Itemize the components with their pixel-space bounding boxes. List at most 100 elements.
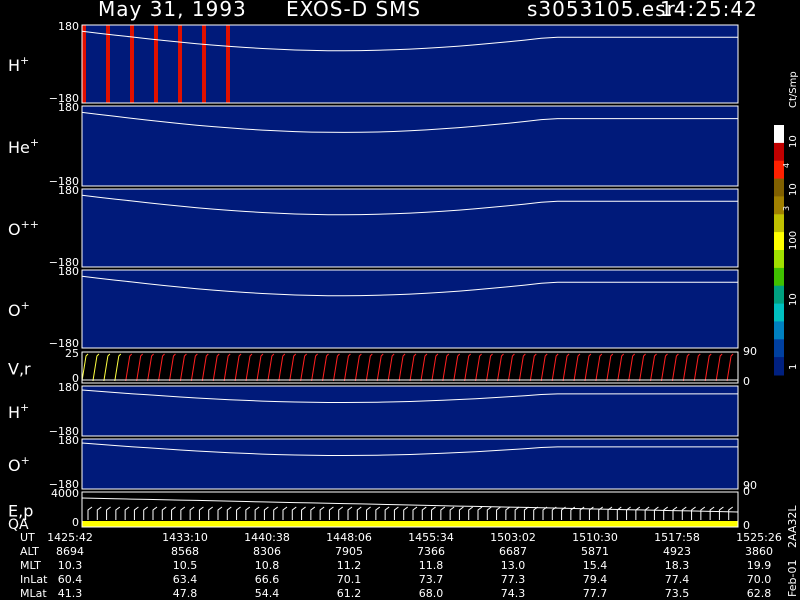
panel-label-he-plus: He+ xyxy=(8,136,39,157)
panel-vr xyxy=(81,351,739,384)
table-cell: 47.8 xyxy=(173,587,198,600)
table-cell: 54.4 xyxy=(255,587,280,600)
colorbar-tick: 10 xyxy=(788,135,799,148)
table-cell: 70.1 xyxy=(337,573,362,586)
panel-label-o-plus: O+ xyxy=(8,299,30,320)
panel-o-plus xyxy=(81,269,739,349)
table-row-label: ALT xyxy=(20,545,39,558)
table-cell: 13.0 xyxy=(501,559,526,572)
colorbar-swatch xyxy=(774,196,784,215)
side-date-label: Feb-01 xyxy=(786,560,799,597)
table-cell: 1440:38 xyxy=(244,531,290,544)
table-cell: 74.3 xyxy=(501,587,526,600)
table-cell: 8568 xyxy=(171,545,199,558)
panel-label-o-plus-2: O+ xyxy=(8,454,30,475)
table-row-label: MLT xyxy=(20,559,41,572)
panel-o-plus-2 xyxy=(81,438,739,490)
table-cell: 61.2 xyxy=(337,587,362,600)
panel-ep-qa xyxy=(81,491,739,528)
table-cell: 11.8 xyxy=(419,559,444,572)
panel-label-h-plus: H+ xyxy=(8,54,29,75)
colorbar-tick: 10 xyxy=(788,183,799,196)
table-cell: 3860 xyxy=(745,545,773,558)
panel-he-plus xyxy=(81,105,739,187)
table-cell: 1425:42 xyxy=(47,531,93,544)
colorbar-tick: 10 xyxy=(788,293,799,306)
table-cell: 1455:34 xyxy=(408,531,454,544)
table-cell: 70.0 xyxy=(747,573,772,586)
table-cell: 8306 xyxy=(253,545,281,558)
tick-top-h-plus-2: 180 xyxy=(58,381,79,394)
colorbar-swatch xyxy=(774,321,784,340)
colorbar-tick: 3 xyxy=(782,206,791,211)
table-cell: 68.0 xyxy=(419,587,444,600)
panel-label-vr: V,r xyxy=(8,360,31,379)
colorbar-swatch xyxy=(774,285,784,305)
panel-label-h-plus-2: H+ xyxy=(8,401,29,422)
colorbar-swatch xyxy=(774,357,784,376)
table-cell: 1503:02 xyxy=(490,531,536,544)
table-cell: 1433:10 xyxy=(162,531,208,544)
table-cell: 77.3 xyxy=(501,573,526,586)
table-cell: 8694 xyxy=(56,545,84,558)
table-cell: 15.4 xyxy=(583,559,608,572)
colorbar-swatch xyxy=(774,250,784,269)
tick-top-vr: 25 xyxy=(65,347,79,360)
table-cell: 63.4 xyxy=(173,573,198,586)
side-code-label: 2AA32L xyxy=(786,505,799,548)
colorbar-tick: 1 xyxy=(788,364,799,370)
tick-right-top-vr: 90 xyxy=(743,345,757,358)
table-cell: 62.8 xyxy=(747,587,772,600)
colorbar-swatch xyxy=(774,142,784,162)
table-cell: 19.9 xyxy=(747,559,772,572)
table-cell: 41.3 xyxy=(58,587,83,600)
colorbar-swatch xyxy=(774,178,784,197)
table-cell: 1510:30 xyxy=(572,531,618,544)
sms-plot: H+180−180He+180−180O++180−180O+180−180V,… xyxy=(8,20,799,600)
table-cell: 7905 xyxy=(335,545,363,558)
table-cell: 4923 xyxy=(663,545,691,558)
table-cell: 77.7 xyxy=(583,587,608,600)
table-cell: 73.7 xyxy=(419,573,444,586)
tick-right-bottom-vr: 0 xyxy=(743,375,750,388)
colorbar-tick: 100 xyxy=(788,231,799,250)
table-row-label: UT xyxy=(20,531,35,544)
table-row-label: MLat xyxy=(20,587,47,600)
table-cell: 1525:26 xyxy=(736,531,782,544)
orbit-table: UTALTMLTInLatMLat 1425:42869410.360.441.3… xyxy=(20,531,782,600)
tick-bottom-ep-qa: 0 xyxy=(72,516,79,529)
colorbar-swatch xyxy=(774,232,784,251)
tick-top-o-plus: 180 xyxy=(58,265,79,278)
colorbar-swatch xyxy=(774,303,784,322)
tick-top-o-plus-2: 180 xyxy=(58,434,79,447)
table-cell: 10.5 xyxy=(173,559,198,572)
table-cell: 1517:58 xyxy=(654,531,700,544)
table-cell: 18.3 xyxy=(665,559,690,572)
panel-label-o-plus-plus: O++ xyxy=(8,218,39,239)
colorbar-swatch xyxy=(774,125,784,144)
table-cell: 66.6 xyxy=(255,573,280,586)
table-cell: 60.4 xyxy=(58,573,83,586)
tick-top-he-plus: 180 xyxy=(58,101,79,114)
tick-top-h-plus: 180 xyxy=(58,20,79,33)
table-cell: 7366 xyxy=(417,545,445,558)
panel-h-plus xyxy=(81,24,739,104)
color-scale-bar: Ct/Smp 10 4 10 3 100 10 1 xyxy=(774,71,799,376)
table-cell: 5871 xyxy=(581,545,609,558)
spectrogram-panels xyxy=(81,24,739,528)
colorbar-tick: 4 xyxy=(782,163,791,168)
colorbar-swatch xyxy=(774,339,784,358)
tick-top-ep-qa: 4000 xyxy=(51,487,79,500)
table-cell: 10.3 xyxy=(58,559,83,572)
table-cell: 73.5 xyxy=(665,587,690,600)
table-cell: 10.8 xyxy=(255,559,280,572)
tick-top-o-plus-plus: 180 xyxy=(58,184,79,197)
colorbar-swatch xyxy=(774,214,784,233)
table-cell: 6687 xyxy=(499,545,527,558)
table-cell: 11.2 xyxy=(337,559,362,572)
table-cell: 1448:06 xyxy=(326,531,372,544)
panel-o-plus-plus xyxy=(81,188,739,268)
table-cell: 79.4 xyxy=(583,573,608,586)
table-cell: 77.4 xyxy=(665,573,690,586)
panel-h-plus-2 xyxy=(81,385,739,437)
